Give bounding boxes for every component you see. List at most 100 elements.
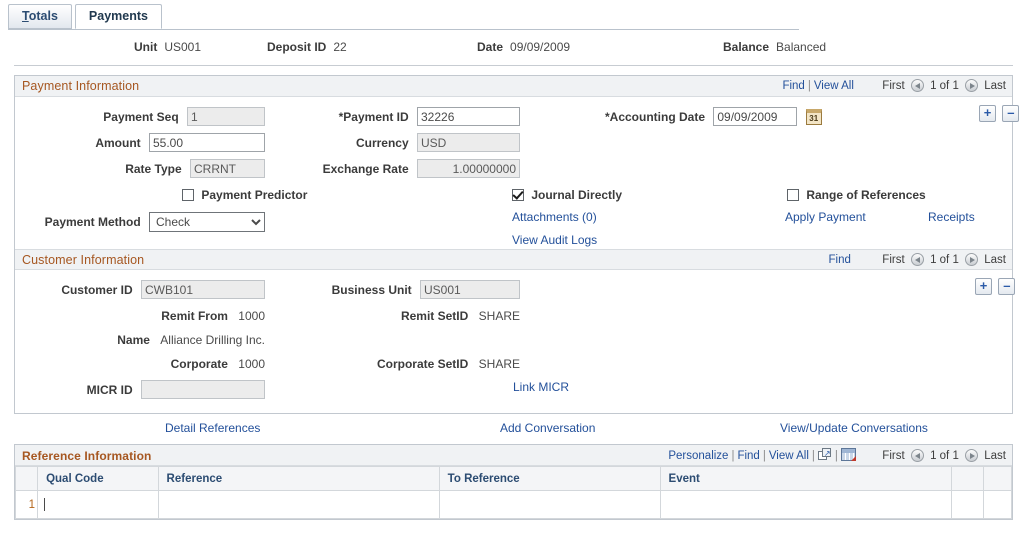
payment-information-nav: Find | View All First 1 of 1 Last [782,79,1006,92]
customer-find-link[interactable]: Find [829,254,851,266]
grid-next-arrow-icon[interactable] [965,449,979,462]
grid-col-rownum [14,466,39,491]
grid-last-label[interactable]: Last [984,450,1006,462]
payment-next-arrow-icon[interactable] [965,79,979,92]
receipts-field: Receipts [928,210,975,224]
grid-col-to-reference[interactable]: To Reference [439,466,661,491]
attachments-field: Attachments (0) [512,210,597,224]
rate-type-input[interactable] [190,159,265,178]
corporate-setid-label: Corporate SetID [376,356,469,371]
checkbox-box-icon[interactable] [787,188,799,201]
reference-information-title: Reference Information [22,449,152,463]
customer-add-row-button[interactable]: + [975,278,992,295]
business-unit-input[interactable] [420,280,520,299]
payment-find-link[interactable]: Find [782,80,804,92]
payment-last-label[interactable]: Last [984,80,1006,92]
checkbox-box-icon[interactable] [182,188,194,201]
range-of-references-checkbox[interactable] [787,188,799,202]
text-cursor-icon [44,497,46,511]
payment-delete-row-button[interactable]: – [1002,105,1020,122]
corporate-value: 1000 [238,356,265,371]
reference-information-grid: Qual Code Reference To Reference Event 1 [14,466,1013,519]
payment-id-input[interactable] [417,107,520,126]
corporate-field: Corporate 1000 [15,356,265,371]
payment-prev-arrow-icon[interactable] [910,79,924,92]
personalize-link[interactable]: Personalize [668,450,728,462]
rate-type-label: Rate Type [125,161,182,176]
grid-cell-qual-code[interactable] [37,490,159,519]
payment-seq-label: Payment Seq [103,109,179,124]
payment-seq-field: Payment Seq [15,107,265,126]
customer-id-input[interactable] [141,280,265,299]
receipts-link[interactable]: Receipts [928,210,975,224]
grid-cell-reference[interactable] [158,490,440,519]
tab-totals-accesskey: T [22,9,29,23]
grid-find-link[interactable]: Find [737,450,759,462]
payment-predictor-label: Payment Predictor [201,187,308,202]
currency-input[interactable] [417,133,520,152]
expand-icon[interactable]: ↗ [817,448,832,461]
payment-predictor-checkbox[interactable] [182,188,194,202]
grid-header-row: Qual Code Reference To Reference Event [14,466,1013,491]
payment-seq-input[interactable] [187,107,265,126]
amount-label: Amount [95,135,141,150]
micr-id-field: MICR ID [15,380,265,399]
grid-cell-extra-2 [983,490,1013,519]
payment-information-title: Payment Information [22,79,140,93]
customer-first-label[interactable]: First [882,254,904,266]
journal-directly-checkbox[interactable] [512,188,524,202]
grid-cell-extra-1 [951,490,984,519]
view-update-conversations-link[interactable]: View/Update Conversations [780,421,928,435]
add-conversation-link[interactable]: Add Conversation [500,421,595,435]
download-grid-icon[interactable] [840,448,856,461]
payment-rowaction-buttons: + – [979,105,1020,122]
grid-prev-arrow-icon[interactable] [910,449,924,462]
payment-method-select[interactable]: Check [149,212,265,232]
payment-add-row-button[interactable]: + [979,105,996,122]
grid-first-label[interactable]: First [882,450,904,462]
amount-input[interactable] [149,133,265,152]
attachments-link[interactable]: Attachments (0) [512,210,597,224]
toolbar-sep-2: | [762,450,766,462]
calendar-icon[interactable]: 31 [805,108,822,125]
remit-from-field: Remit From 1000 [15,308,265,323]
checkbox-checked-icon[interactable] [512,188,524,201]
accounting-date-input[interactable] [713,107,798,126]
customer-delete-row-button[interactable]: – [998,278,1016,295]
range-of-references-label: Range of References [806,187,926,202]
remit-from-value: 1000 [238,308,265,323]
exchange-rate-input[interactable] [417,159,520,178]
micr-id-label: MICR ID [86,382,133,397]
tab-totals[interactable]: Totals [8,4,72,29]
tab-payments[interactable]: Payments [74,4,162,29]
link-micr-link[interactable]: Link MICR [513,380,569,394]
payment-id-label: *Payment ID [338,109,409,124]
apply-payment-link[interactable]: Apply Payment [785,210,866,224]
customer-id-label: Customer ID [61,282,133,297]
customer-last-label[interactable]: Last [984,254,1006,266]
grid-col-extra-1 [951,466,984,491]
micr-id-input[interactable] [141,380,265,399]
grid-cell-event[interactable] [660,490,952,519]
grid-view-all-link[interactable]: View All [769,450,809,462]
rate-type-field: Rate Type [15,159,265,178]
grid-cell-to-reference[interactable] [439,490,661,519]
view-audit-logs-link[interactable]: View Audit Logs [512,233,597,247]
customer-next-arrow-icon[interactable] [965,253,979,266]
grid-col-qual-code[interactable]: Qual Code [37,466,159,491]
keybar-deposit-id-label: Deposit ID [267,40,327,54]
keybar-date-value: 09/09/2009 [510,40,571,54]
payment-row-counter: 1 of 1 [930,80,959,92]
keybar-deposit-id-value: 22 [333,40,347,54]
payment-first-label[interactable]: First [882,80,904,92]
currency-field: Currency [315,133,520,152]
grid-col-extra-2 [983,466,1013,491]
remit-from-label: Remit From [161,308,228,323]
grid-col-reference[interactable]: Reference [158,466,440,491]
payment-view-all-link[interactable]: View All [814,80,854,92]
currency-label: Currency [355,135,409,150]
payment-id-field: *Payment ID [315,107,520,126]
customer-prev-arrow-icon[interactable] [910,253,924,266]
grid-col-event[interactable]: Event [660,466,952,491]
detail-references-link[interactable]: Detail References [165,421,260,435]
